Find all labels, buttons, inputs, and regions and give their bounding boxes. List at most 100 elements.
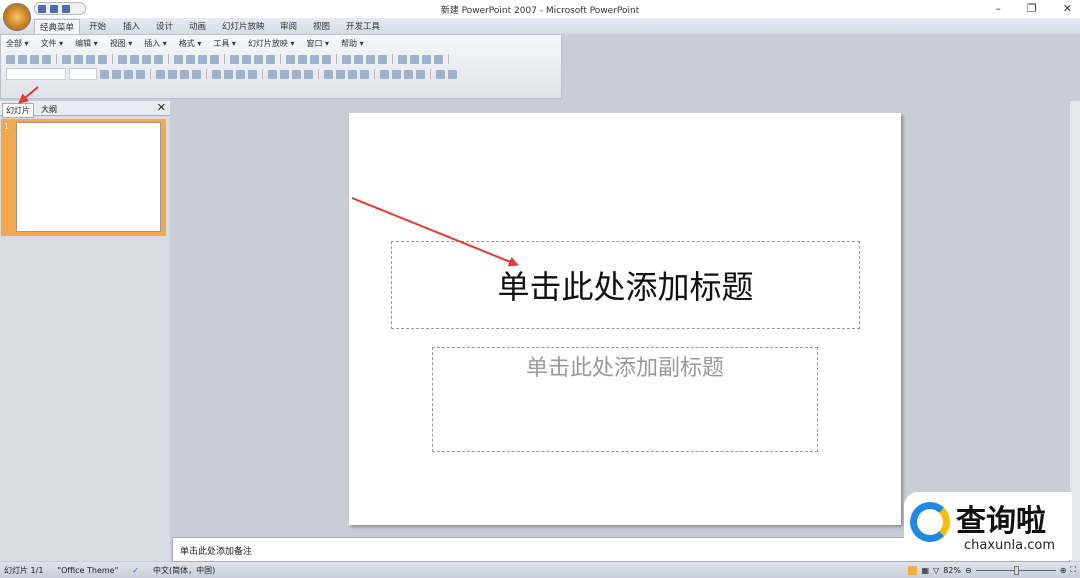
- toolbar-button-icon[interactable]: [198, 54, 207, 64]
- tab-slides[interactable]: 幻灯片: [2, 103, 34, 118]
- menu-edit[interactable]: 编辑 ▾: [75, 38, 98, 49]
- toolbar-button-icon[interactable]: [286, 54, 295, 64]
- toolbar-button-icon[interactable]: [336, 69, 345, 79]
- toolbar-button-icon[interactable]: [378, 54, 387, 64]
- menu-all[interactable]: 全部 ▾: [6, 38, 29, 49]
- title-placeholder[interactable]: 单击此处添加标题: [391, 241, 860, 329]
- font-select[interactable]: [6, 68, 66, 80]
- toolbar-button-icon[interactable]: [210, 54, 219, 64]
- toolbar-button-icon[interactable]: [310, 54, 319, 64]
- menu-insert[interactable]: 插入 ▾: [144, 38, 167, 49]
- toolbar-button-icon[interactable]: [86, 54, 95, 64]
- toolbar-button-icon[interactable]: [292, 69, 301, 79]
- save-icon[interactable]: [38, 4, 46, 13]
- zoom-slider[interactable]: [975, 565, 1056, 575]
- undo-icon[interactable]: [50, 4, 58, 13]
- toolbar-button-icon[interactable]: [186, 54, 195, 64]
- toolbar-button-icon[interactable]: [130, 54, 139, 64]
- tab-home[interactable]: 开始: [84, 19, 111, 33]
- toolbar-button-icon[interactable]: [74, 54, 83, 64]
- close-button[interactable]: ✕: [1063, 2, 1072, 15]
- restore-button[interactable]: ❐: [1027, 2, 1037, 15]
- minimize-button[interactable]: –: [995, 2, 1001, 15]
- slideshow-icon[interactable]: ▽: [933, 566, 939, 575]
- menu-file[interactable]: 文件 ▾: [41, 38, 64, 49]
- tab-review[interactable]: 审阅: [275, 19, 302, 33]
- toolbar-button-icon[interactable]: [434, 54, 443, 64]
- tab-animation[interactable]: 动画: [184, 19, 211, 33]
- toolbar-button-icon[interactable]: [42, 54, 51, 64]
- tab-outline[interactable]: 大纲: [38, 103, 60, 116]
- tab-design[interactable]: 设计: [151, 19, 178, 33]
- toolbar-button-icon[interactable]: [268, 69, 277, 79]
- toolbar-button-icon[interactable]: [112, 69, 121, 79]
- zoom-out-icon[interactable]: ⊖: [965, 566, 972, 575]
- toolbar-button-icon[interactable]: [448, 69, 457, 79]
- toolbar-button-icon[interactable]: [360, 69, 369, 79]
- toolbar-button-icon[interactable]: [192, 69, 201, 79]
- toolbar-button-icon[interactable]: [398, 54, 407, 64]
- toolbar-button-icon[interactable]: [322, 54, 331, 64]
- menu-view[interactable]: 视图 ▾: [110, 38, 133, 49]
- tab-insert[interactable]: 插入: [118, 19, 145, 33]
- menu-format[interactable]: 格式 ▾: [179, 38, 202, 49]
- redo-icon[interactable]: [62, 4, 70, 13]
- toolbar-button-icon[interactable]: [324, 69, 333, 79]
- spellcheck-icon[interactable]: ✓: [132, 566, 139, 575]
- toolbar-button-icon[interactable]: [212, 69, 221, 79]
- normal-view-icon[interactable]: [908, 565, 918, 575]
- toolbar-button-icon[interactable]: [98, 54, 107, 64]
- toolbar-button-icon[interactable]: [380, 69, 389, 79]
- toolbar-button-icon[interactable]: [422, 54, 431, 64]
- toolbar-button-icon[interactable]: [100, 69, 109, 79]
- toolbar-button-icon[interactable]: [266, 54, 275, 64]
- toolbar-button-icon[interactable]: [404, 69, 413, 79]
- toolbar-button-icon[interactable]: [392, 69, 401, 79]
- tab-view[interactable]: 视图: [308, 19, 335, 33]
- toolbar-button-icon[interactable]: [6, 54, 15, 64]
- close-panel-icon[interactable]: ✕: [157, 101, 166, 114]
- toolbar-button-icon[interactable]: [410, 54, 419, 64]
- tab-slideshow[interactable]: 幻灯片放映: [217, 19, 270, 33]
- menu-tools[interactable]: 工具 ▾: [213, 38, 236, 49]
- toolbar-button-icon[interactable]: [224, 69, 233, 79]
- toolbar-button-icon[interactable]: [304, 69, 313, 79]
- toolbar-button-icon[interactable]: [236, 69, 245, 79]
- toolbar-button-icon[interactable]: [436, 69, 445, 79]
- subtitle-placeholder[interactable]: 单击此处添加副标题: [432, 347, 818, 452]
- font-size-select[interactable]: [69, 68, 97, 80]
- toolbar-button-icon[interactable]: [366, 54, 375, 64]
- zoom-level[interactable]: 82%: [943, 566, 961, 575]
- toolbar-button-icon[interactable]: [180, 69, 189, 79]
- toolbar-button-icon[interactable]: [280, 69, 289, 79]
- toolbar-button-icon[interactable]: [142, 54, 151, 64]
- toolbar-button-icon[interactable]: [254, 54, 263, 64]
- toolbar-button-icon[interactable]: [242, 54, 251, 64]
- tab-developer[interactable]: 开发工具: [341, 19, 385, 33]
- toolbar-button-icon[interactable]: [168, 69, 177, 79]
- slide-sorter-icon[interactable]: ▦: [921, 566, 929, 575]
- toolbar-button-icon[interactable]: [174, 54, 183, 64]
- toolbar-button-icon[interactable]: [18, 54, 27, 64]
- toolbar-button-icon[interactable]: [30, 54, 39, 64]
- toolbar-button-icon[interactable]: [124, 69, 133, 79]
- toolbar-button-icon[interactable]: [342, 54, 351, 64]
- toolbar-button-icon[interactable]: [298, 54, 307, 64]
- toolbar-button-icon[interactable]: [118, 54, 127, 64]
- zoom-in-icon[interactable]: ⊕: [1060, 566, 1067, 575]
- tab-classic-menu[interactable]: 经典菜单: [34, 19, 81, 34]
- toolbar-button-icon[interactable]: [354, 54, 363, 64]
- office-button[interactable]: [3, 3, 31, 31]
- menu-slideshow[interactable]: 幻灯片放映 ▾: [248, 38, 295, 49]
- toolbar-button-icon[interactable]: [154, 54, 163, 64]
- slide-thumbnail[interactable]: 1: [1, 119, 166, 236]
- toolbar-button-icon[interactable]: [136, 69, 145, 79]
- toolbar-button-icon[interactable]: [62, 54, 71, 64]
- toolbar-button-icon[interactable]: [348, 69, 357, 79]
- toolbar-button-icon[interactable]: [416, 69, 425, 79]
- language[interactable]: 中文(简体，中国): [153, 565, 215, 576]
- menu-window[interactable]: 窗口 ▾: [307, 38, 330, 49]
- toolbar-button-icon[interactable]: [230, 54, 239, 64]
- menu-help[interactable]: 帮助 ▾: [341, 38, 364, 49]
- toolbar-button-icon[interactable]: [156, 69, 165, 79]
